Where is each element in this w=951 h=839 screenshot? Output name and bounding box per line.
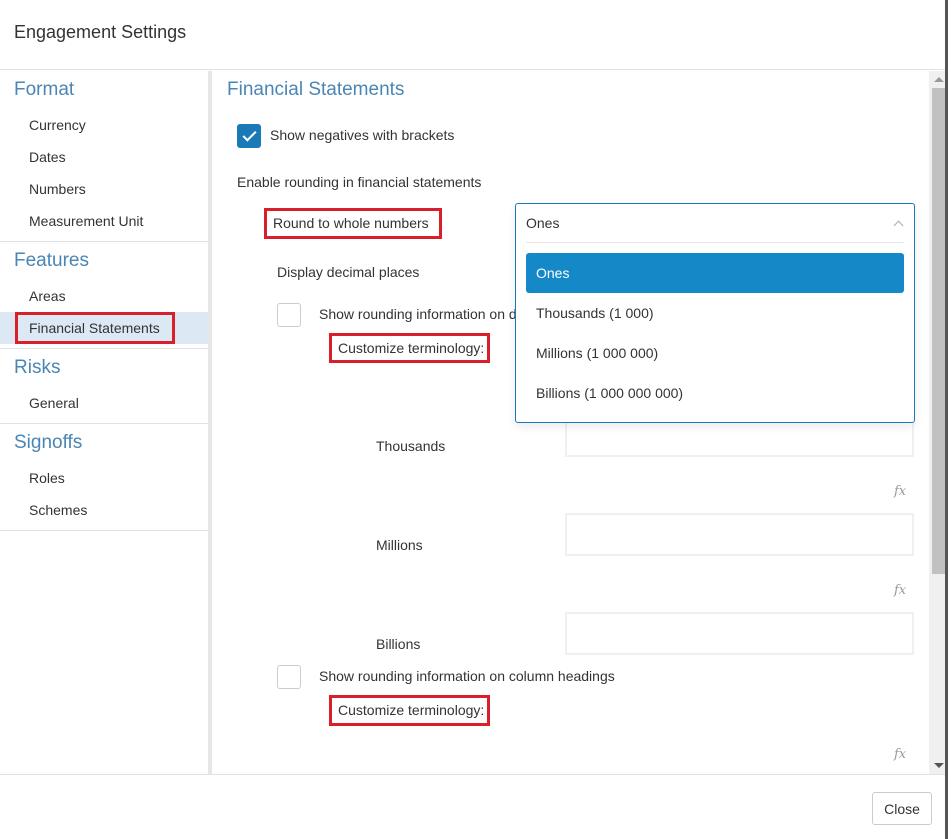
- customize-terminology-label-2: Customize terminology:: [329, 695, 490, 726]
- sidebar-item-label: Financial Statements: [15, 312, 175, 344]
- bottom-fx-icon[interactable]: fx: [894, 747, 906, 762]
- rounding-info-checkbox-2[interactable]: [277, 665, 301, 689]
- chevron-up-icon[interactable]: [893, 220, 904, 231]
- scroll-down-arrow-icon[interactable]: [934, 763, 944, 768]
- option-billions[interactable]: Billions (1 000 000 000): [526, 373, 904, 413]
- sidebar-item-dates[interactable]: Dates: [0, 141, 208, 173]
- sidebar-item-label: Measurement Unit: [29, 213, 144, 229]
- thousands-term-label: Thousands: [376, 438, 446, 454]
- round-to-select-value[interactable]: Ones: [526, 215, 559, 231]
- sidebar-item-label: Areas: [29, 288, 66, 304]
- settings-sidebar: Format Currency Dates Numbers Measuremen…: [0, 71, 208, 774]
- sidebar-group-title: Signoffs: [14, 432, 83, 453]
- show-negatives-label: Show negatives with brackets: [270, 127, 455, 143]
- scroll-thumb[interactable]: [932, 88, 945, 574]
- sidebar-group-risks: Risks General: [0, 349, 208, 424]
- option-thousands[interactable]: Thousands (1 000): [526, 293, 904, 333]
- option-ones[interactable]: Ones: [526, 253, 904, 293]
- round-to-whole-numbers-label: Round to whole numbers: [264, 208, 442, 239]
- dialog-edge: [945, 0, 948, 839]
- sidebar-item-label: Roles: [29, 470, 65, 486]
- sidebar-item-label: Schemes: [29, 502, 88, 518]
- sidebar-item-numbers[interactable]: Numbers: [0, 173, 208, 205]
- billions-term-input[interactable]: [565, 612, 914, 655]
- sidebar-item-measurement-unit[interactable]: Measurement Unit: [0, 205, 208, 237]
- billions-term-label: Billions: [376, 636, 421, 652]
- sidebar-item-currency[interactable]: Currency: [0, 109, 208, 141]
- sidebar-item-label: Currency: [29, 117, 86, 133]
- round-to-options: Ones Thousands (1 000) Millions (1 000 0…: [526, 253, 904, 413]
- millions-fx-icon[interactable]: fx: [894, 583, 906, 598]
- sidebar-item-label: Dates: [29, 149, 66, 165]
- engagement-settings-dialog: Engagement Settings Format Currency Date…: [0, 0, 948, 839]
- sidebar-item-label: Numbers: [29, 181, 86, 197]
- round-to-select[interactable]: Ones Ones Thousands (1 000) Millions (1 …: [515, 203, 915, 423]
- sidebar-item-roles[interactable]: Roles: [0, 462, 208, 494]
- sidebar-item-schemes[interactable]: Schemes: [0, 494, 208, 526]
- dialog-header: Engagement Settings: [0, 0, 948, 70]
- enable-rounding-label: Enable rounding in financial statements: [237, 174, 482, 190]
- customize-terminology-label-1: Customize terminology:: [329, 333, 490, 363]
- scroll-up-arrow-icon[interactable]: [934, 77, 944, 82]
- dialog-footer: Close: [0, 774, 948, 839]
- sidebar-group-title: Risks: [14, 357, 61, 378]
- sidebar-group-title: Features: [14, 250, 89, 271]
- close-button[interactable]: Close: [872, 792, 932, 825]
- sidebar-item-label: General: [29, 395, 79, 411]
- dialog-title: Engagement Settings: [14, 22, 187, 42]
- sidebar-group-format: Format Currency Dates Numbers Measuremen…: [0, 71, 208, 242]
- millions-term-input[interactable]: [565, 513, 914, 556]
- sidebar-item-areas[interactable]: Areas: [0, 280, 208, 312]
- rounding-info-checkbox-1[interactable]: [277, 303, 301, 327]
- display-decimal-label: Display decimal places: [277, 264, 420, 280]
- sidebar-item-financial-statements[interactable]: Financial Statements: [0, 312, 208, 344]
- sidebar-group-signoffs: Signoffs Roles Schemes: [0, 424, 208, 531]
- sidebar-group-title: Format: [14, 79, 75, 100]
- dropdown-separator: [526, 242, 904, 243]
- thousands-fx-icon[interactable]: fx: [894, 484, 906, 499]
- rounding-info-label-1: Show rounding information on d: [319, 306, 517, 322]
- show-negatives-checkbox[interactable]: [237, 124, 261, 148]
- millions-term-label: Millions: [376, 537, 423, 553]
- sidebar-group-features: Features Areas Financial Statements: [0, 242, 208, 349]
- option-millions[interactable]: Millions (1 000 000): [526, 333, 904, 373]
- section-title: Financial Statements: [227, 79, 405, 100]
- rounding-info-label-2: Show rounding information on column head…: [319, 668, 615, 684]
- sidebar-item-general[interactable]: General: [0, 387, 208, 419]
